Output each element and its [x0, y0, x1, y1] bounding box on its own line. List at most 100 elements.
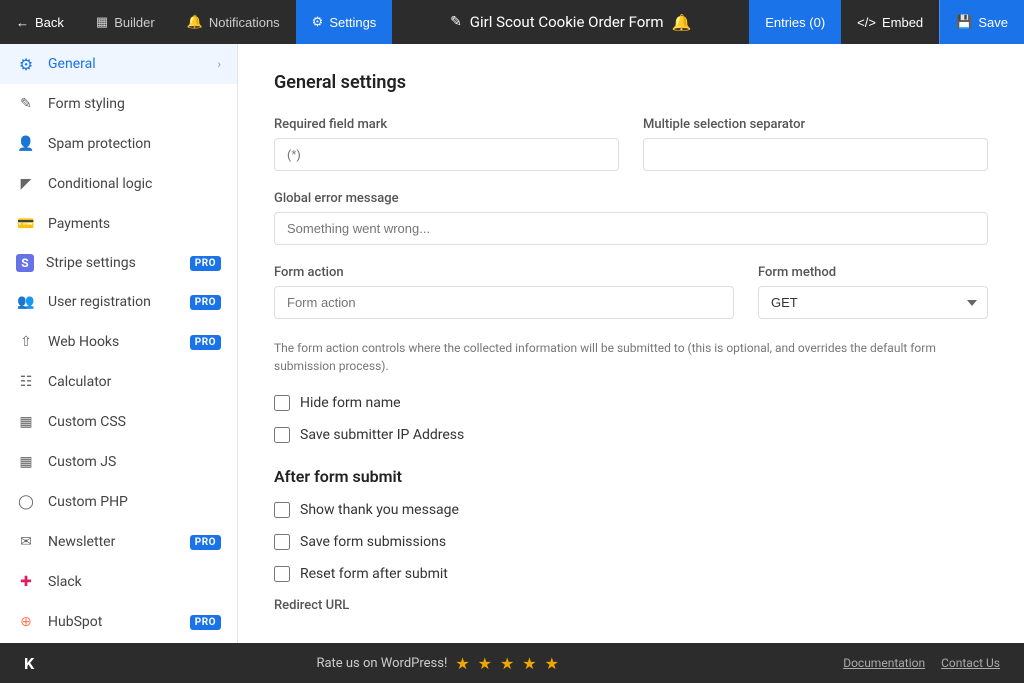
save-button[interactable]: 💾 Save — [939, 0, 1024, 44]
entries-button[interactable]: Entries (0) — [749, 0, 841, 44]
sidebar-label-slack: Slack — [48, 574, 221, 590]
sidebar-item-custom-css[interactable]: ▦ Custom CSS — [0, 402, 237, 442]
sidebar-label-spam-protection: Spam protection — [48, 136, 221, 152]
back-button[interactable]: ← Back — [0, 0, 80, 44]
hide-form-name-checkbox[interactable] — [274, 395, 290, 411]
multiple-selection-separator-input[interactable]: , — [643, 138, 988, 171]
embed-button[interactable]: </> Embed — [841, 0, 939, 44]
sidebar-label-custom-php: Custom PHP — [48, 494, 221, 510]
notification-bell-icon: 🔔 — [672, 13, 692, 32]
sidebar-item-custom-js[interactable]: ▦ Custom JS — [0, 442, 237, 482]
sidebar-item-conditional-logic[interactable]: ◤ Conditional logic — [0, 164, 237, 204]
save-form-submissions-checkbox[interactable] — [274, 534, 290, 550]
save-submitter-ip-row[interactable]: Save submitter IP Address — [274, 427, 988, 443]
sidebar-item-newsletter[interactable]: ✉ Newsletter PRO — [0, 522, 237, 562]
logic-icon: ◤ — [16, 174, 36, 194]
redirect-url-group: Redirect URL — [274, 598, 988, 613]
pro-badge-hubspot: PRO — [190, 615, 221, 630]
sidebar-item-custom-php[interactable]: ◯ Custom PHP — [0, 482, 237, 522]
footer-center: Rate us on WordPress! ★ ★ ★ ★ ★ — [316, 654, 560, 673]
hubspot-icon: ⊕ — [16, 612, 36, 632]
chevron-right-icon: › — [217, 57, 221, 71]
gear-icon: ⚙ — [16, 54, 36, 74]
sidebar-label-custom-js: Custom JS — [48, 454, 221, 470]
webhook-icon: ⇧ — [16, 332, 36, 352]
documentation-link[interactable]: Documentation — [843, 656, 925, 670]
form-method-label: Form method — [758, 265, 988, 280]
global-error-message-label: Global error message — [274, 191, 988, 206]
contact-us-link[interactable]: Contact Us — [941, 656, 1000, 670]
top-nav-left: ← Back ▦ Builder 🔔 Notifications ⚙ Setti… — [0, 0, 392, 44]
global-error-message-input[interactable] — [274, 212, 988, 245]
settings-button[interactable]: ⚙ Settings — [296, 0, 393, 44]
sidebar-item-general[interactable]: ⚙ General › — [0, 44, 237, 84]
js-icon: ▦ — [16, 452, 36, 472]
sidebar-label-calculator: Calculator — [48, 374, 221, 390]
embed-icon: </> — [857, 15, 876, 30]
calculator-icon: ☷ — [16, 372, 36, 392]
form-row-1: Required field mark Multiple selection s… — [274, 117, 988, 171]
gear-icon: ⚙ — [312, 14, 324, 30]
footer: K Rate us on WordPress! ★ ★ ★ ★ ★ Docume… — [0, 643, 1024, 683]
paint-icon: ✎ — [16, 94, 36, 114]
sidebar-item-stripe-settings[interactable]: S Stripe settings PRO — [0, 244, 237, 282]
show-thank-you-row[interactable]: Show thank you message — [274, 502, 988, 518]
hide-form-name-row[interactable]: Hide form name — [274, 395, 988, 411]
show-thank-you-checkbox[interactable] — [274, 502, 290, 518]
reset-form-row[interactable]: Reset form after submit — [274, 566, 988, 582]
save-submitter-ip-checkbox[interactable] — [274, 427, 290, 443]
sidebar-label-stripe-settings: Stripe settings — [46, 255, 178, 271]
edit-icon: ✎ — [450, 14, 462, 30]
save-form-submissions-label: Save form submissions — [300, 534, 446, 550]
sidebar-item-form-styling[interactable]: ✎ Form styling — [0, 84, 237, 124]
reset-form-label: Reset form after submit — [300, 566, 448, 582]
sidebar-label-newsletter: Newsletter — [48, 534, 178, 550]
sidebar-item-calculator[interactable]: ☷ Calculator — [0, 362, 237, 402]
multiple-selection-separator-label: Multiple selection separator — [643, 117, 988, 132]
credit-card-icon: 💳 — [16, 214, 36, 234]
required-field-mark-label: Required field mark — [274, 117, 619, 132]
sidebar-item-payments[interactable]: 💳 Payments — [0, 204, 237, 244]
stripe-icon: S — [16, 254, 34, 272]
required-field-mark-group: Required field mark — [274, 117, 619, 171]
sidebar-item-user-registration[interactable]: 👥 User registration PRO — [0, 282, 237, 322]
sidebar-label-hubspot: HubSpot — [48, 614, 178, 630]
pro-badge-user-reg: PRO — [190, 295, 221, 310]
back-icon: ← — [16, 15, 29, 30]
save-icon: 💾 — [956, 14, 972, 30]
builder-button[interactable]: ▦ Builder — [80, 0, 171, 44]
sidebar-label-payments: Payments — [48, 216, 221, 232]
save-form-submissions-row[interactable]: Save form submissions — [274, 534, 988, 550]
global-error-message-group: Global error message — [274, 191, 988, 245]
sidebar-label-user-registration: User registration — [48, 294, 178, 310]
form-title: Girl Scout Cookie Order Form — [470, 13, 664, 31]
pro-badge-stripe: PRO — [190, 256, 221, 271]
reset-form-checkbox[interactable] — [274, 566, 290, 582]
mail-icon: ✉ — [16, 532, 36, 552]
sidebar-label-custom-css: Custom CSS — [48, 414, 221, 430]
slack-icon: ✚ — [16, 572, 36, 592]
footer-links: Documentation Contact Us — [843, 656, 1000, 670]
hide-form-name-label: Hide form name — [300, 395, 401, 411]
form-action-label: Form action — [274, 265, 734, 280]
footer-logo: K — [24, 654, 34, 673]
form-action-group: Form action — [274, 265, 734, 319]
show-thank-you-label: Show thank you message — [300, 502, 459, 518]
notifications-button[interactable]: 🔔 Notifications — [171, 0, 296, 44]
bell-icon: 🔔 — [187, 14, 203, 30]
form-row-3: Form action Form method GET POST PUT — [274, 265, 988, 319]
sidebar: ⚙ General › ✎ Form styling 👤 Spam protec… — [0, 44, 238, 643]
form-action-help-text: The form action controls where the colle… — [274, 339, 988, 375]
top-nav-right: Entries (0) </> Embed 💾 Save — [749, 0, 1024, 44]
sidebar-item-spam-protection[interactable]: 👤 Spam protection — [0, 124, 237, 164]
rating-stars[interactable]: ★ ★ ★ ★ ★ — [455, 654, 561, 673]
sidebar-item-web-hooks[interactable]: ⇧ Web Hooks PRO — [0, 322, 237, 362]
form-method-group: Form method GET POST PUT — [758, 265, 988, 319]
sidebar-item-slack[interactable]: ✚ Slack — [0, 562, 237, 602]
form-action-input[interactable] — [274, 286, 734, 319]
required-field-mark-input[interactable] — [274, 138, 619, 171]
form-method-select[interactable]: GET POST PUT — [758, 286, 988, 319]
sidebar-item-hubspot[interactable]: ⊕ HubSpot PRO — [0, 602, 237, 642]
section-title: General settings — [274, 72, 988, 93]
form-title-area: ✎ Girl Scout Cookie Order Form 🔔 — [392, 13, 749, 32]
